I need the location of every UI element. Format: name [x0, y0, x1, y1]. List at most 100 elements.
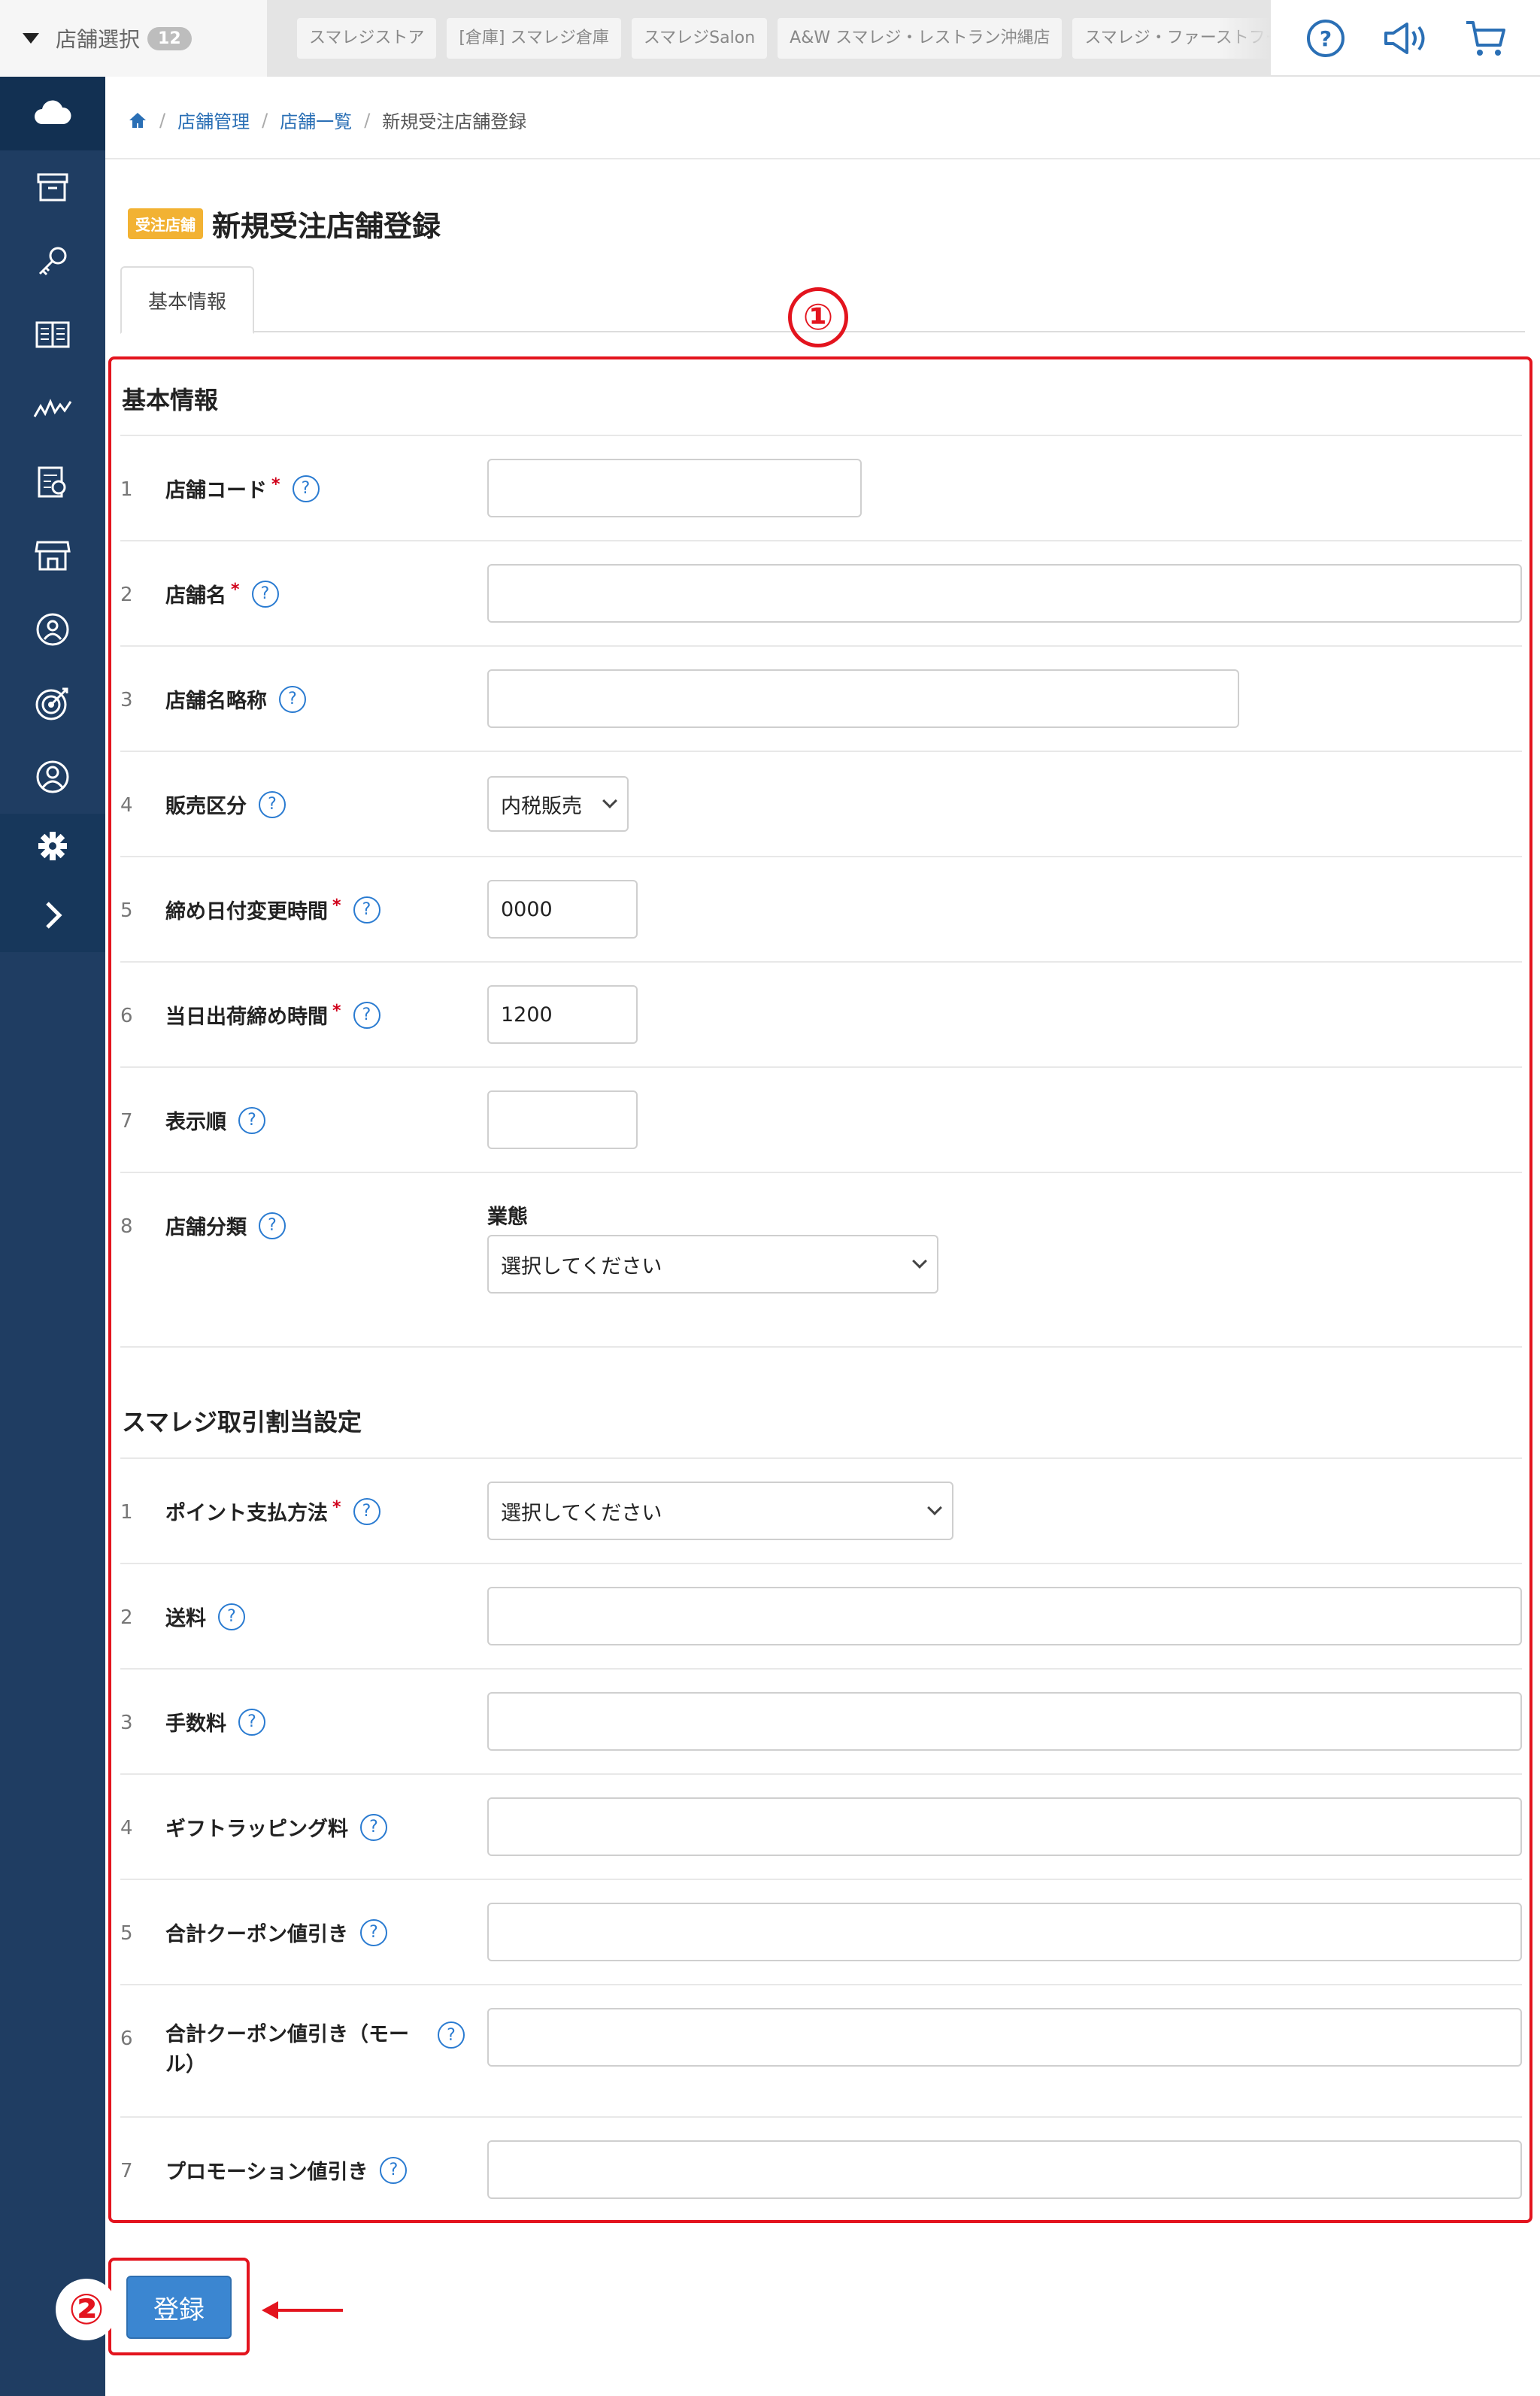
- header-divider: [105, 158, 1540, 159]
- help-icon[interactable]: ?: [380, 2156, 408, 2184]
- sidebar-item-book[interactable]: [0, 298, 105, 372]
- chevron-right-icon: [46, 902, 62, 929]
- sidebar-item-key[interactable]: [0, 224, 105, 298]
- form-row-store-short-name: 3 店舗名略称?: [120, 645, 1522, 751]
- store-tab[interactable]: スマレジSalon: [631, 18, 768, 59]
- sidebar-item-analytics[interactable]: [0, 372, 105, 445]
- help-icon[interactable]: ?: [259, 1212, 286, 1239]
- field-label: 合計クーポン値引き（モー ル）: [165, 2020, 409, 2080]
- help-icon[interactable]: ?: [218, 1603, 245, 1630]
- help-icon[interactable]: ?: [259, 790, 286, 818]
- sidebar-item-archive[interactable]: [0, 150, 105, 224]
- required-marker: *: [332, 896, 341, 915]
- sidebar-item-cloud[interactable]: [0, 77, 105, 150]
- help-icon[interactable]: ?: [353, 896, 380, 924]
- point-payment-method-select[interactable]: 選択してください: [487, 1482, 953, 1540]
- display-order-input[interactable]: [487, 1090, 638, 1149]
- store-code-input[interactable]: [487, 459, 862, 517]
- help-icon[interactable]: ?: [292, 475, 320, 502]
- help-icon[interactable]: ?: [353, 1497, 380, 1525]
- cloud-icon: [35, 100, 71, 124]
- promotion-discount-input[interactable]: [487, 2140, 1522, 2199]
- field-label-text: 当日出荷締め時間: [165, 1005, 328, 1029]
- sales-type-value: 内税販売: [501, 794, 582, 818]
- business-type-value: 選択してください: [501, 1254, 662, 1278]
- tab-basic-info[interactable]: 基本情報: [120, 266, 254, 334]
- help-icon[interactable]: ?: [360, 1918, 387, 1946]
- help-icon[interactable]: ?: [360, 1813, 387, 1841]
- sidebar-item-staff[interactable]: [0, 593, 105, 666]
- field-label: ポイント支払方法 *?: [165, 1497, 380, 1526]
- store-tab[interactable]: [倉庫] スマレジ倉庫: [447, 18, 621, 59]
- breadcrumb-store-management[interactable]: 店舗管理: [177, 107, 250, 133]
- store-tabs-fade: [1218, 0, 1271, 77]
- total-coupon-discount-mall-input[interactable]: [487, 2008, 1522, 2067]
- sales-type-select[interactable]: 内税販売: [487, 776, 629, 832]
- row-number: 3: [120, 1712, 133, 1734]
- business-type-select[interactable]: 選択してください: [487, 1235, 938, 1294]
- help-icon[interactable]: ?: [238, 1708, 265, 1736]
- field-label-text: 店舗コード: [165, 479, 267, 502]
- svg-text:?: ?: [1320, 26, 1332, 51]
- shipping-fee-input[interactable]: [487, 1587, 1522, 1645]
- field-label-text: 合計クーポン値引き（モー: [165, 2023, 409, 2046]
- store-select-label: 店舗選択: [56, 27, 141, 52]
- breadcrumb-current: 新規受注店舗登録: [382, 111, 527, 132]
- cart-icon[interactable]: [1459, 12, 1511, 65]
- help-icon[interactable]: ?: [238, 1106, 265, 1134]
- field-label-text: 店舗分類: [165, 1216, 247, 1239]
- closing-date-change-time-input[interactable]: 0000: [487, 880, 638, 939]
- field-label-text-line2: ル）: [165, 2053, 206, 2076]
- megaphone-icon[interactable]: [1379, 12, 1432, 65]
- home-icon[interactable]: [128, 111, 147, 129]
- form-row-same-day-shipping-cutoff: 6 当日出荷締め時間 *? 1200: [120, 961, 1522, 1066]
- gift-wrapping-fee-input[interactable]: [487, 1797, 1522, 1856]
- field-label-text: 手数料: [165, 1712, 226, 1736]
- sidebar-item-ledger[interactable]: [0, 445, 105, 519]
- register-button[interactable]: 登録: [126, 2276, 232, 2339]
- store-tab[interactable]: スマレジストア: [297, 18, 437, 59]
- store-short-name-input[interactable]: [487, 669, 1239, 728]
- form-row-store-code: 1 店舗コード *?: [120, 435, 1522, 540]
- archive-box-icon: [37, 173, 68, 202]
- required-marker: *: [332, 1498, 341, 1517]
- sidebar-item-store[interactable]: [0, 519, 105, 593]
- help-icon[interactable]: ?: [353, 1001, 380, 1029]
- field-label: プロモーション値引き?: [165, 2155, 408, 2185]
- store-select-dropdown[interactable]: 店舗選択 12: [0, 0, 267, 77]
- help-icon[interactable]: ?: [279, 685, 306, 713]
- field-label: 送料?: [165, 1602, 245, 1631]
- help-icon[interactable]: ?: [251, 580, 279, 608]
- field-label-text: 表示順: [165, 1111, 226, 1134]
- sidebar-item-customer[interactable]: [0, 740, 105, 814]
- row-number: 5: [120, 1922, 133, 1945]
- top-bar: 店舗選択 12 スマレジストア [倉庫] スマレジ倉庫 スマレジSalon A&…: [0, 0, 1540, 77]
- breadcrumb-store-list[interactable]: 店舗一覧: [280, 107, 352, 133]
- required-marker: *: [332, 1002, 341, 1021]
- user-badge-icon: [36, 613, 69, 646]
- form-row-store-category: 8 店舗分類? 業態 選択してください: [120, 1172, 1522, 1346]
- order-store-badge: 受注店舗: [128, 208, 203, 239]
- store-count-badge: 12: [147, 26, 192, 50]
- field-label-text: ポイント支払方法: [165, 1502, 328, 1525]
- form-row-closing-date-change-time: 5 締め日付変更時間 *? 0000: [120, 856, 1522, 961]
- row-number: 7: [120, 1110, 133, 1133]
- field-label: 店舗コード *?: [165, 474, 320, 503]
- total-coupon-discount-input[interactable]: [487, 1903, 1522, 1961]
- row-number: 8: [120, 1215, 133, 1238]
- sidebar-item-target[interactable]: [0, 666, 105, 740]
- page-title-text: 新規受注店舗登録: [212, 210, 441, 243]
- chevron-down-icon: [602, 793, 617, 808]
- sidebar-item-settings[interactable]: [0, 814, 105, 878]
- sidebar-expand-toggle[interactable]: [0, 878, 105, 952]
- form-row-sales-type: 4 販売区分? 内税販売: [120, 751, 1522, 856]
- help-circle-icon[interactable]: ?: [1299, 12, 1352, 65]
- field-label-text: ギフトラッピング料: [165, 1818, 348, 1841]
- same-day-shipping-cutoff-input[interactable]: 1200: [487, 985, 638, 1044]
- store-tab[interactable]: A&W スマレジ・レストラン沖縄店: [778, 18, 1063, 59]
- form-row-point-payment-method: 1 ポイント支払方法 *? 選択してください: [120, 1457, 1522, 1563]
- handling-fee-input[interactable]: [487, 1692, 1522, 1751]
- help-icon[interactable]: ?: [438, 2021, 465, 2049]
- field-label-text: 販売区分: [165, 795, 247, 818]
- store-name-input[interactable]: [487, 564, 1522, 623]
